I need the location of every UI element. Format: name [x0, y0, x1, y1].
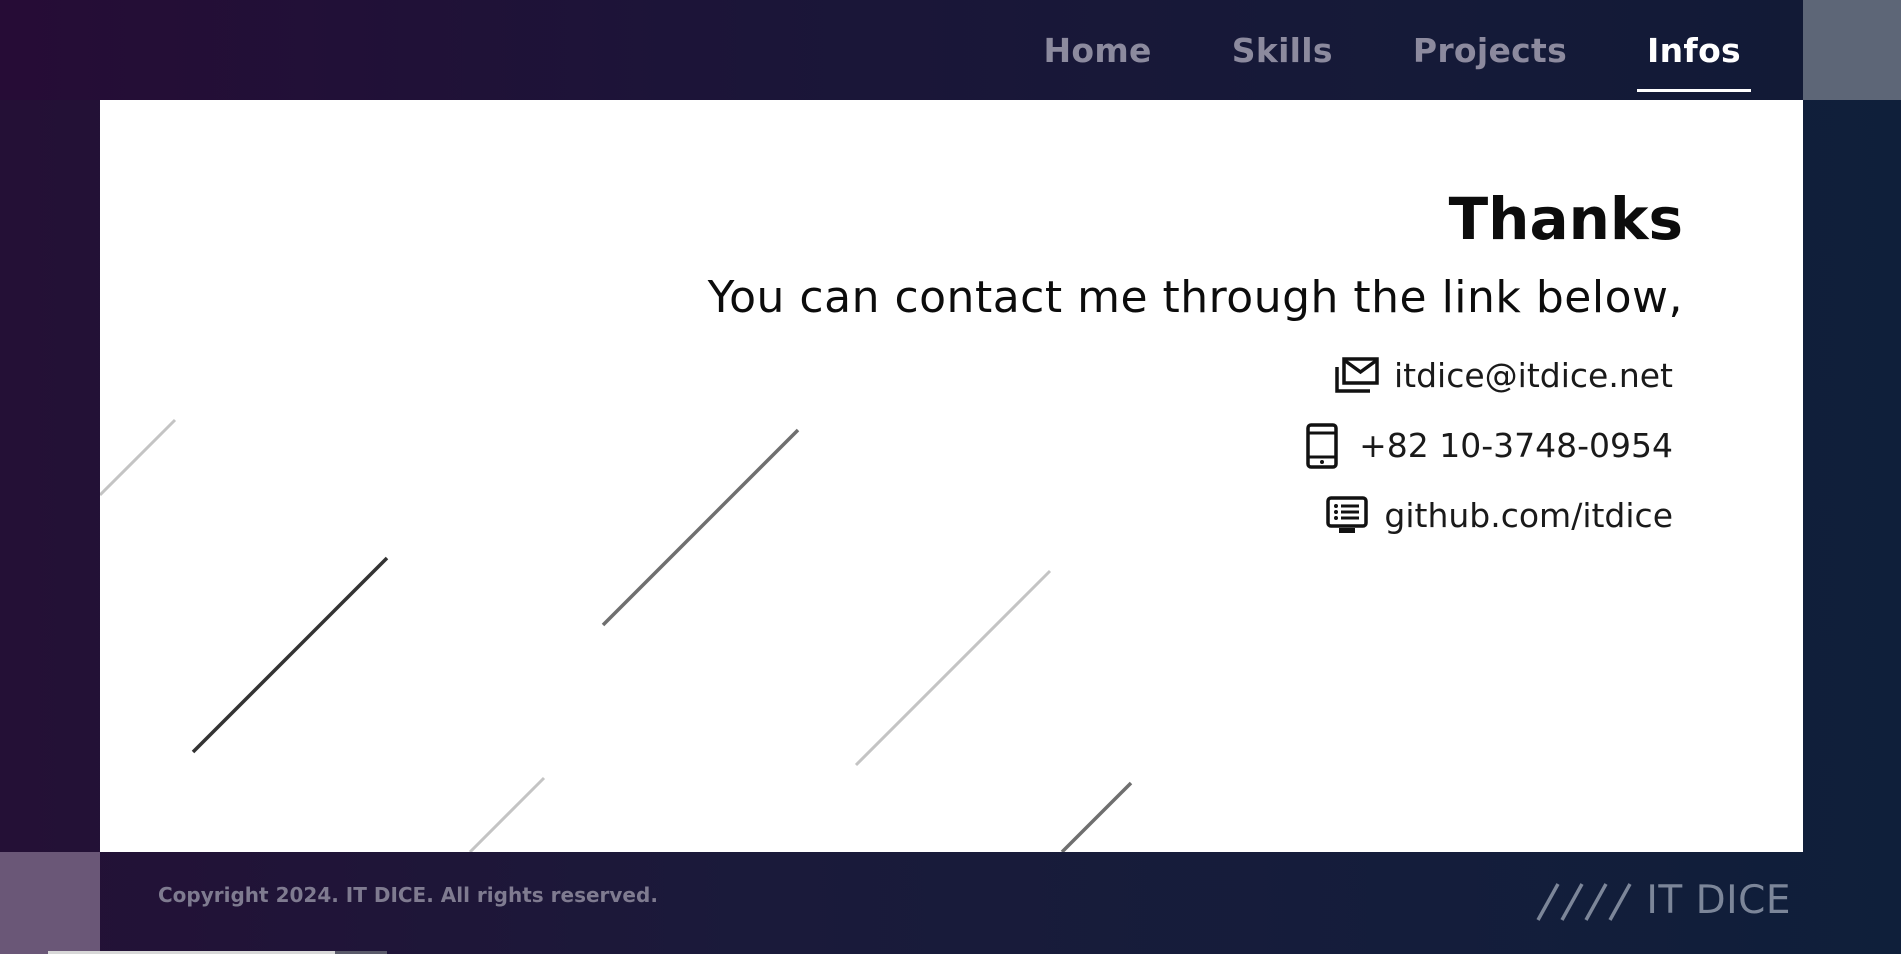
nav-infos[interactable]: Infos — [1607, 31, 1781, 92]
deco-line — [100, 418, 177, 497]
contact-card: Thanks You can contact me through the li… — [100, 100, 1803, 852]
logo-text: IT DICE — [1646, 878, 1791, 923]
deco-line — [1060, 781, 1133, 852]
contact-content: Thanks You can contact me through the li… — [708, 180, 1683, 540]
nav-skills[interactable]: Skills — [1192, 31, 1373, 70]
logo-slashes-icon — [1536, 882, 1632, 921]
main-nav: Home Skills Projects Infos — [1003, 0, 1781, 100]
contact-email-link[interactable]: itdice@itdice.net — [1334, 352, 1673, 400]
github-icon — [1324, 493, 1370, 539]
footer-logo[interactable]: IT DICE — [1536, 878, 1791, 923]
corner-decoration-bottom-left — [0, 852, 100, 954]
deco-line — [468, 776, 546, 852]
contact-github-link[interactable]: github.com/itdice — [1324, 492, 1673, 540]
copyright-text: Copyright 2024. IT DICE. All rights rese… — [158, 883, 658, 907]
email-text: itdice@itdice.net — [1394, 356, 1673, 395]
deco-line — [191, 556, 389, 754]
deco-line — [854, 569, 1052, 767]
contact-list: itdice@itdice.net +82 10-3748-0954 githu… — [708, 352, 1683, 540]
contact-phone-link[interactable]: +82 10-3748-0954 — [1299, 422, 1673, 470]
phone-text: +82 10-3748-0954 — [1359, 426, 1673, 465]
email-icon — [1334, 353, 1380, 399]
corner-decoration-top-right — [1803, 0, 1901, 100]
page-subtitle: You can contact me through the link belo… — [707, 272, 1683, 323]
page-title: Thanks — [1448, 185, 1683, 253]
top-header: Home Skills Projects Infos — [0, 0, 1901, 100]
nav-projects[interactable]: Projects — [1373, 31, 1607, 70]
nav-home[interactable]: Home — [1003, 31, 1191, 70]
phone-icon — [1299, 423, 1345, 469]
github-text: github.com/itdice — [1384, 496, 1673, 535]
